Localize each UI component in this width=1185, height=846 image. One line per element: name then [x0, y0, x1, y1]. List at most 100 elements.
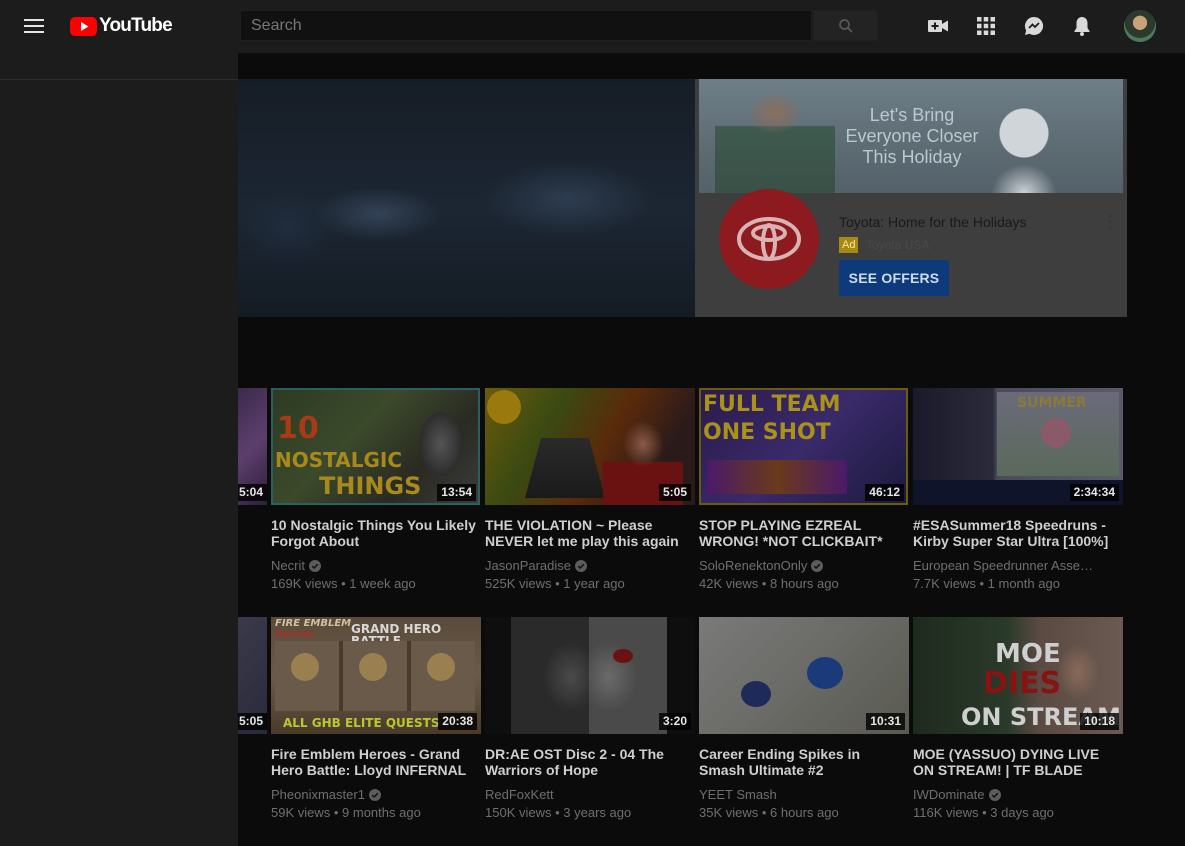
video-title[interactable]: DR:AE OST Disc 2 - 04 The Warriors of Ho…: [485, 746, 690, 778]
video-thumbnail-partial[interactable]: 5:05: [238, 617, 267, 734]
video-meta: 116K views • 3 days ago: [913, 805, 1054, 820]
video-duration: 10:31: [866, 713, 905, 730]
video-age: 6 hours ago: [770, 805, 839, 820]
thumbnail-text: ALL GHB ELITE QUESTS: [283, 716, 440, 730]
ad-panel: Let's Bring Everyone Closer This Holiday…: [695, 79, 1127, 317]
verified-check-icon: [368, 789, 381, 801]
video-thumbnail[interactable]: 10:31: [699, 617, 909, 734]
video-meta: 525K views • 1 year ago: [485, 576, 625, 591]
video-duration: 10:18: [1080, 713, 1119, 730]
video-views: 59K views: [271, 805, 331, 820]
video-title[interactable]: Career Ending Spikes in Smash Ultimate #…: [699, 746, 904, 778]
avatar[interactable]: [1124, 10, 1156, 42]
menu-icon[interactable]: [14, 10, 54, 42]
video-meta: 59K views • 9 months ago: [271, 805, 421, 820]
verified-check-icon: [988, 789, 1001, 801]
ad-banner-line: Let's Bring: [869, 105, 955, 125]
video-channel[interactable]: YEET Smash: [699, 787, 899, 803]
notifications-bell-icon[interactable]: [1070, 14, 1094, 38]
channel-name: SoloRenektonOnly: [699, 558, 808, 573]
video-thumbnail[interactable]: 5:05: [485, 388, 695, 505]
video-thumbnail-partial[interactable]: 5:04: [238, 388, 267, 505]
video-channel[interactable]: Pheonixmaster1: [271, 787, 471, 803]
youtube-logo-icon: [70, 16, 97, 36]
see-offers-button[interactable]: SEE OFFERS: [839, 260, 949, 296]
video-duration: 46:12: [865, 484, 904, 501]
video-views: 169K views: [271, 576, 338, 591]
video-title[interactable]: #ESASummer18 Speedruns - Kirby Super Sta…: [913, 517, 1118, 549]
video-views: 150K views: [485, 805, 552, 820]
ad-badge: Ad: [839, 237, 859, 253]
hero-video-player[interactable]: [238, 79, 695, 317]
video-channel[interactable]: European Speedrunner Assembly: [913, 558, 1099, 574]
sidebar: [0, 53, 238, 846]
video-meta: 42K views • 8 hours ago: [699, 576, 839, 591]
video-thumbnail[interactable]: SUMMER 2:34:34: [913, 388, 1123, 505]
video-thumbnail[interactable]: 3:20: [485, 617, 695, 734]
channel-name: JasonParadise: [485, 558, 571, 573]
video-channel[interactable]: SoloRenektonOnly: [699, 558, 899, 574]
video-meta: 35K views • 6 hours ago: [699, 805, 839, 820]
video-duration: 5:05: [238, 713, 267, 730]
channel-name: European Speedrunner Assembly: [913, 558, 1099, 573]
toyota-logo-icon[interactable]: [719, 189, 819, 289]
video-channel[interactable]: JasonParadise: [485, 558, 685, 574]
video-age: 3 days ago: [990, 805, 1054, 820]
verified-check-icon: [575, 560, 587, 572]
verified-check-icon: [308, 560, 321, 572]
channel-name: Necrit: [271, 558, 305, 573]
ad-banner-image[interactable]: Let's Bring Everyone Closer This Holiday: [699, 79, 1123, 193]
logo-text: YouTube: [99, 15, 173, 36]
video-duration: 5:04: [238, 484, 267, 501]
thumbnail-text: FULL TEAM: [703, 392, 841, 417]
youtube-logo[interactable]: YouTube: [70, 15, 173, 37]
video-title[interactable]: THE VIOLATION ~ Please NEVER let me play…: [485, 517, 690, 549]
thumbnail-text: ONE SHOT: [703, 420, 831, 445]
thumbnail-text: THINGS: [319, 472, 422, 500]
create-video-icon[interactable]: [926, 14, 950, 38]
thumbnail-text: DIES: [983, 666, 1062, 701]
video-duration: 5:05: [658, 484, 691, 501]
thumbnail-text: NOSTALGIC: [275, 448, 402, 472]
ad-title[interactable]: Toyota: Home for the Holidays: [839, 214, 1027, 230]
video-views: 42K views: [699, 576, 759, 591]
messages-icon[interactable]: [1022, 14, 1046, 38]
video-thumbnail[interactable]: FULL TEAM ONE SHOT 46:12: [699, 388, 908, 505]
ad-banner-line: This Holiday: [862, 147, 962, 167]
video-duration: 20:38: [438, 713, 477, 730]
video-views: 116K views: [913, 805, 979, 820]
video-views: 525K views: [485, 576, 552, 591]
thumbnail-text: 10: [277, 411, 319, 446]
video-channel[interactable]: Necrit: [271, 558, 471, 574]
video-thumbnail[interactable]: FIRE EMBLEM Heroes GRAND HERO BATTLE ALL…: [271, 617, 481, 734]
more-vert-icon[interactable]: [1104, 214, 1116, 234]
video-duration: 3:20: [658, 713, 691, 730]
video-age: 8 hours ago: [770, 576, 839, 591]
channel-name: Pheonixmaster1: [271, 787, 365, 802]
video-thumbnail[interactable]: 10 NOSTALGIC THINGS 13:54: [271, 388, 480, 505]
apps-grid-icon[interactable]: [974, 14, 998, 38]
video-title[interactable]: Fire Emblem Heroes - Grand Hero Battle: …: [271, 746, 476, 778]
video-title[interactable]: MOE (YASSUO) DYING LIVE ON STREAM! | TF …: [913, 746, 1118, 778]
video-thumbnail[interactable]: MOE DIES ON STREAM 10:18: [913, 617, 1123, 734]
sidebar-divider: [0, 79, 238, 80]
video-title[interactable]: STOP PLAYING EZREAL WRONG! *NOT CLICKBAI…: [699, 517, 904, 549]
thumbnail-text: MOE: [995, 639, 1061, 669]
video-title[interactable]: 10 Nostalgic Things You Likely Forgot Ab…: [271, 517, 476, 549]
video-meta: 150K views • 3 years ago: [485, 805, 632, 820]
thumbnail-text: SUMMER: [1017, 395, 1087, 411]
video-channel[interactable]: IWDominate: [913, 787, 1113, 803]
channel-name: RedFoxKett: [485, 787, 554, 802]
ad-advertiser[interactable]: Toyota USA: [866, 238, 929, 252]
search-button[interactable]: [813, 10, 878, 41]
video-views: 7.7K views: [913, 576, 976, 591]
video-channel[interactable]: RedFoxKett: [485, 787, 685, 803]
masthead: YouTube: [0, 0, 1185, 53]
video-duration: 2:34:34: [1069, 484, 1119, 501]
video-age: 1 year ago: [563, 576, 625, 591]
ad-banner-text: Let's Bring Everyone Closer This Holiday: [817, 105, 1007, 168]
ad-banner-line: Everyone Closer: [845, 126, 979, 146]
video-age: 3 years ago: [563, 805, 632, 820]
search-input[interactable]: [240, 10, 812, 41]
video-age: 9 months ago: [342, 805, 421, 820]
